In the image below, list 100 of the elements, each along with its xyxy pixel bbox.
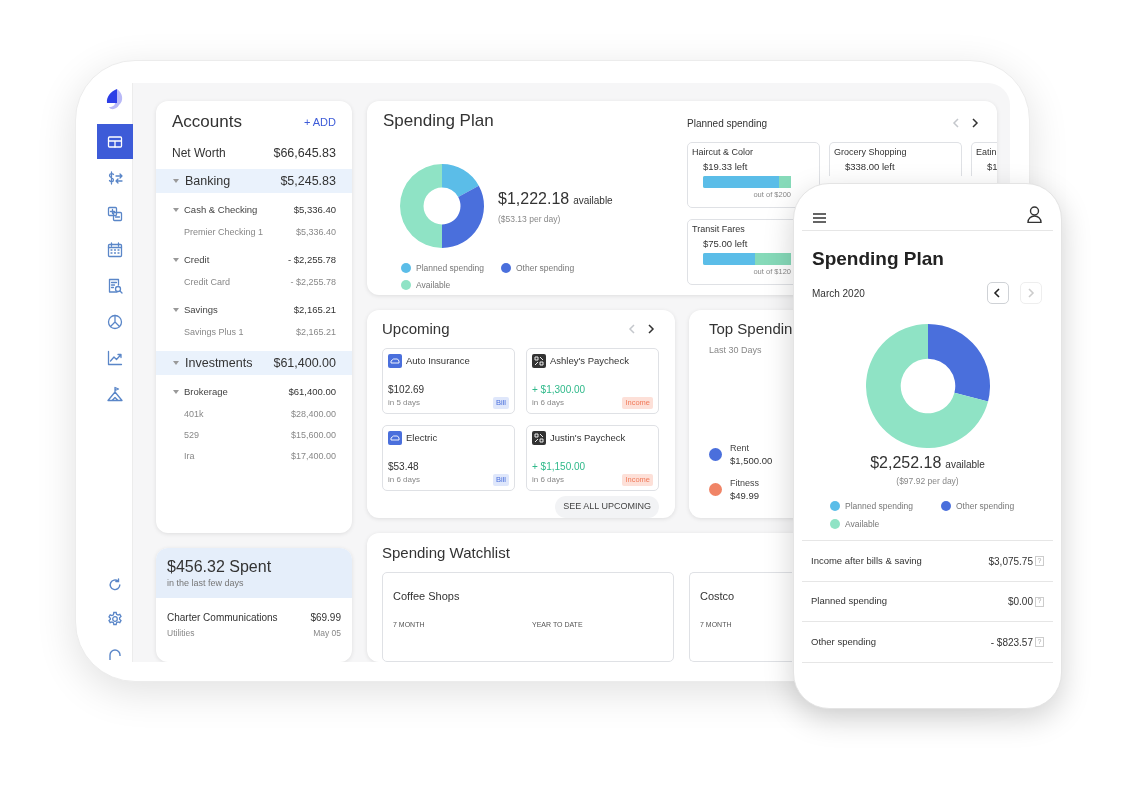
headset-icon[interactable] (107, 646, 123, 662)
account-row[interactable]: 401k $28,400.00 (156, 404, 352, 425)
caret-icon[interactable] (172, 206, 180, 214)
legend-label: Rent (730, 442, 750, 454)
menu-icon[interactable] (813, 213, 826, 223)
legend-label: Fitness (730, 477, 760, 489)
bill-icon (388, 354, 402, 369)
budget-left: $75.00 left (703, 238, 749, 250)
summary-value: - $823.57 (990, 635, 1033, 650)
legend-amount: $1,500.00 (730, 454, 773, 467)
account-row[interactable]: Savings Plus 1 $2,165.21 (156, 322, 352, 343)
amount: $69.99 (310, 610, 341, 625)
caret-icon[interactable] (172, 359, 180, 367)
user-icon[interactable] (1027, 206, 1042, 223)
account-total: $17,400.00 (290, 449, 336, 463)
legend-label: Available (845, 517, 880, 531)
account-row[interactable]: Ira $17,400.00 (156, 446, 352, 467)
see-all-button[interactable]: SEE ALL UPCOMING (555, 496, 659, 518)
budget-card[interactable]: Grocery Shopping $338.00 left (829, 142, 962, 176)
payee-name: Charter Communications (167, 610, 278, 625)
budget-title: Transit Fares (692, 224, 746, 235)
plus-minus-icon (106, 205, 123, 222)
summary-label: Income after bills & saving (811, 553, 922, 568)
card-title: Spending Watchlist (382, 543, 510, 563)
category-row[interactable]: Brokerage $61,400.00 (156, 380, 352, 404)
group-row[interactable]: Banking $5,245.83 (156, 169, 352, 193)
account-row[interactable]: 529 $15,600.00 (156, 425, 352, 446)
legend-amount: $49.99 (730, 489, 760, 502)
item-amount: $102.69 (388, 383, 426, 397)
category-row[interactable]: Cash & Checking $5,336.40 (156, 198, 352, 222)
pie-chart-icon (106, 313, 123, 330)
category-name: Cash & Checking (184, 202, 258, 217)
caret-icon[interactable] (172, 306, 180, 314)
group-total: $61,400.00 (273, 354, 336, 372)
group-name: Banking (185, 172, 231, 190)
bill-icon (388, 431, 402, 446)
card-title: Top Spendin (709, 319, 793, 339)
due-text: in 5 days (388, 397, 421, 409)
budget-title: Eatin (976, 147, 997, 158)
summary-value: $3,075.75 (988, 554, 1033, 569)
month-label: March 2020 (812, 286, 865, 301)
category-row[interactable]: Savings $2,165.21 (156, 298, 352, 322)
summary-value: $0.00 (1007, 595, 1033, 609)
summary-label: Planned spending (811, 594, 888, 609)
item-amount: + $1,300.00 (532, 383, 587, 397)
category-total: $5,336.40 (293, 202, 336, 217)
item-name: Ashley's Paycheck (550, 354, 629, 368)
refresh-icon[interactable] (108, 578, 122, 592)
category-row[interactable]: Credit - $2,255.78 (156, 248, 352, 272)
category-total: $2,165.21 (293, 302, 336, 317)
budget-left: $338.00 left (845, 161, 896, 173)
available-amount: $2,252.18 (870, 453, 942, 473)
account-name: Credit Card (184, 275, 230, 289)
account-name: 401k (184, 407, 204, 421)
caret-icon[interactable] (172, 177, 180, 185)
budget-left: $19.33 left (703, 161, 749, 173)
account-name: Ira (184, 449, 195, 463)
caret-icon[interactable] (172, 388, 180, 396)
account-total: $28,400.00 (290, 407, 336, 421)
report-search-icon (106, 277, 123, 294)
budget-left: $1 (987, 161, 997, 173)
available-amount: $1,222.18 (498, 188, 570, 209)
legend-label: Other spending (956, 499, 1015, 513)
dashboard-icon (106, 133, 123, 150)
per-day-text: ($97.92 per day) (896, 475, 959, 488)
card-title: Upcoming (382, 319, 450, 339)
net-worth-value: $66,645.83 (273, 144, 336, 162)
caret-icon[interactable] (172, 256, 180, 264)
sidebar-item[interactable] (97, 124, 133, 159)
legend-label: Planned spending (416, 262, 485, 275)
item-name: Electric (406, 431, 438, 445)
summary-label: Other spending (811, 634, 876, 649)
budget-title: Grocery Shopping (834, 147, 908, 158)
chevron-right-icon[interactable] (645, 323, 657, 335)
add-link[interactable]: + ADD (303, 113, 336, 131)
due-text: in 6 days (388, 474, 421, 486)
dollar-arrows-icon (106, 169, 123, 186)
budget-title: Haircut & Color (692, 147, 755, 158)
group-row[interactable]: Investments $61,400.00 (156, 351, 352, 375)
budget-card[interactable]: Eatin $1 (971, 142, 997, 176)
category-name: Utilities (167, 626, 195, 640)
legend-label: Available (416, 278, 451, 292)
account-row[interactable]: Premier Checking 1 $5,336.40 (156, 222, 352, 243)
chevron-right-icon[interactable] (969, 117, 981, 129)
spent-title: $456.32 Spent (167, 557, 273, 578)
income-icon (532, 354, 546, 369)
previous-month-button[interactable] (987, 282, 1009, 304)
card-title: Accounts (172, 111, 242, 134)
settings-icon[interactable] (107, 611, 123, 627)
legend-label: Other spending (516, 262, 575, 275)
account-name: 529 (184, 428, 200, 442)
net-worth-label: Net Worth (172, 145, 226, 162)
due-text: in 6 days (532, 397, 565, 409)
item-name: Auto Insurance (406, 354, 470, 368)
category-total: - $2,255.78 (287, 252, 336, 267)
line-chart-icon (106, 349, 123, 366)
item-amount: $53.48 (388, 460, 420, 474)
group-total: $5,245.83 (280, 172, 336, 190)
account-row[interactable]: Credit Card - $2,255.78 (156, 272, 352, 293)
date: May 05 (313, 626, 341, 640)
